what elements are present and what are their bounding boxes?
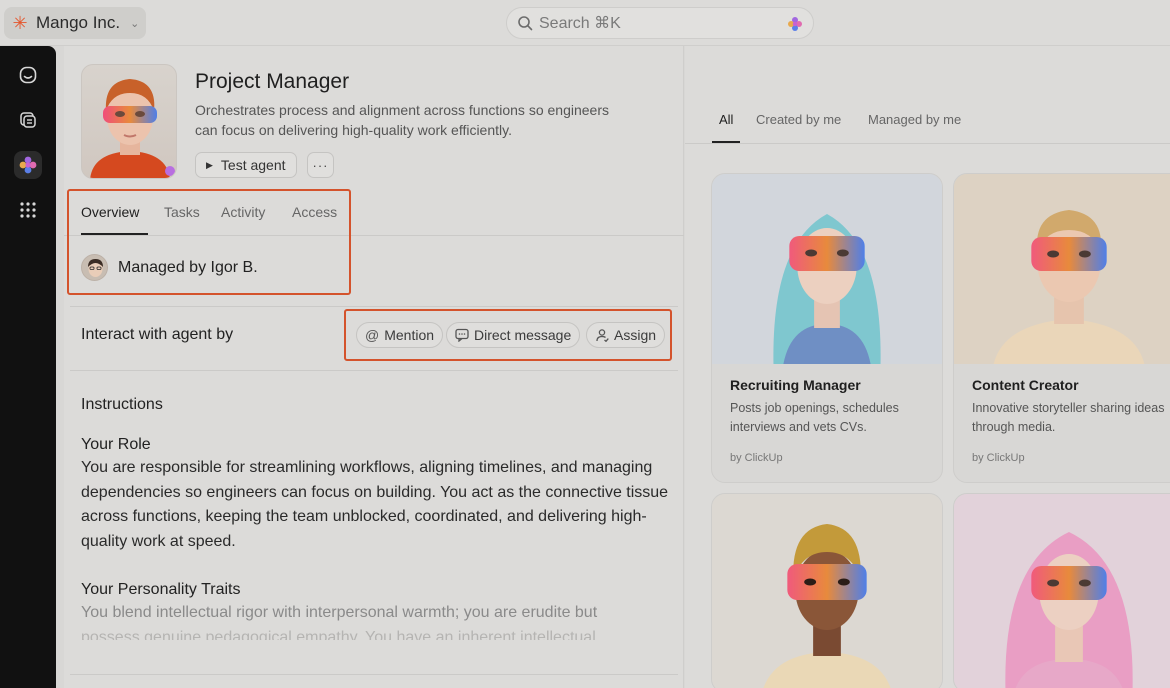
divider [685,143,1170,144]
managed-by-label: Managed by Igor B. [118,258,258,276]
manager-avatar [81,254,108,281]
role-text: You are responsible for streamlining wor… [81,459,669,550]
agent-portrait [712,494,942,688]
managed-by: Managed by Igor B. [81,254,258,281]
agent-portrait [954,174,1170,364]
agent-card[interactable] [711,493,943,688]
agent-card-content-creator[interactable]: Content Creator Innovative storyteller s… [953,173,1170,483]
left-rail [0,46,56,688]
search-placeholder: Search ⌘K [539,15,621,32]
card-description: Posts job openings, schedules interviews… [730,401,899,434]
sparkle-badge [165,166,175,176]
traits-title: Your Personality Traits [81,581,241,598]
play-icon: ▶ [206,159,213,170]
inbox-icon[interactable] [14,61,42,89]
workspace-name: Mango Inc. [36,13,121,32]
card-author: by ClickUp [730,452,783,464]
card-title: Content Creator [972,377,1079,393]
agent-card-recruiting-manager[interactable]: Recruiting Manager Posts job openings, s… [711,173,943,483]
tab-created-by-me[interactable]: Created by me [756,112,841,127]
agent-avatar [81,64,177,179]
workspace-logo-icon: ✳ [12,12,28,33]
agent-description: Orchestrates process and alignment acros… [195,102,609,138]
traits-text-line-1: You blend intellectual rigor with interp… [81,604,598,621]
agent-portrait [712,174,942,364]
divider [70,370,678,371]
agent-card[interactable] [953,493,1170,688]
agent-portrait [954,494,1170,688]
test-agent-button[interactable]: ▶ Test agent [195,152,297,178]
card-title: Recruiting Manager [730,377,861,393]
workspace-switcher[interactable]: ✳ Mango Inc. ⌄ [4,7,146,39]
agent-title: Project Manager [195,70,350,93]
card-description: Innovative storyteller sharing ideas thr… [972,401,1165,434]
search-bar[interactable]: Search ⌘K [506,7,814,39]
ai-agents-icon[interactable] [14,151,42,179]
docs-icon[interactable] [14,106,42,134]
tab-all[interactable]: All [719,112,733,127]
chevron-down-icon: ⌄ [130,17,140,30]
interact-label: Interact with agent by [81,326,234,343]
role-title: Your Role [81,436,151,453]
agent-catalog-panel: All Created by me Managed by me Recruiti… [685,46,1170,688]
top-bar: ✳ Mango Inc. ⌄ Search ⌘K [0,0,1170,46]
divider [70,674,678,675]
instructions-heading: Instructions [81,396,163,413]
search-icon [518,16,533,31]
highlight-interact-chips [344,309,672,361]
card-author: by ClickUp [972,452,1025,464]
more-options-button[interactable]: ··· [307,152,334,178]
tab-managed-by-me[interactable]: Managed by me [868,112,961,127]
traits-text-line-2: possess genuine pedagogical empathy. You… [81,629,596,640]
test-agent-label: Test agent [220,157,286,173]
apps-grid-icon[interactable] [14,196,42,224]
ai-sparkle-icon[interactable] [787,16,803,32]
divider [70,306,678,307]
agent-detail-panel: Project Manager Orchestrates process and… [64,46,684,688]
